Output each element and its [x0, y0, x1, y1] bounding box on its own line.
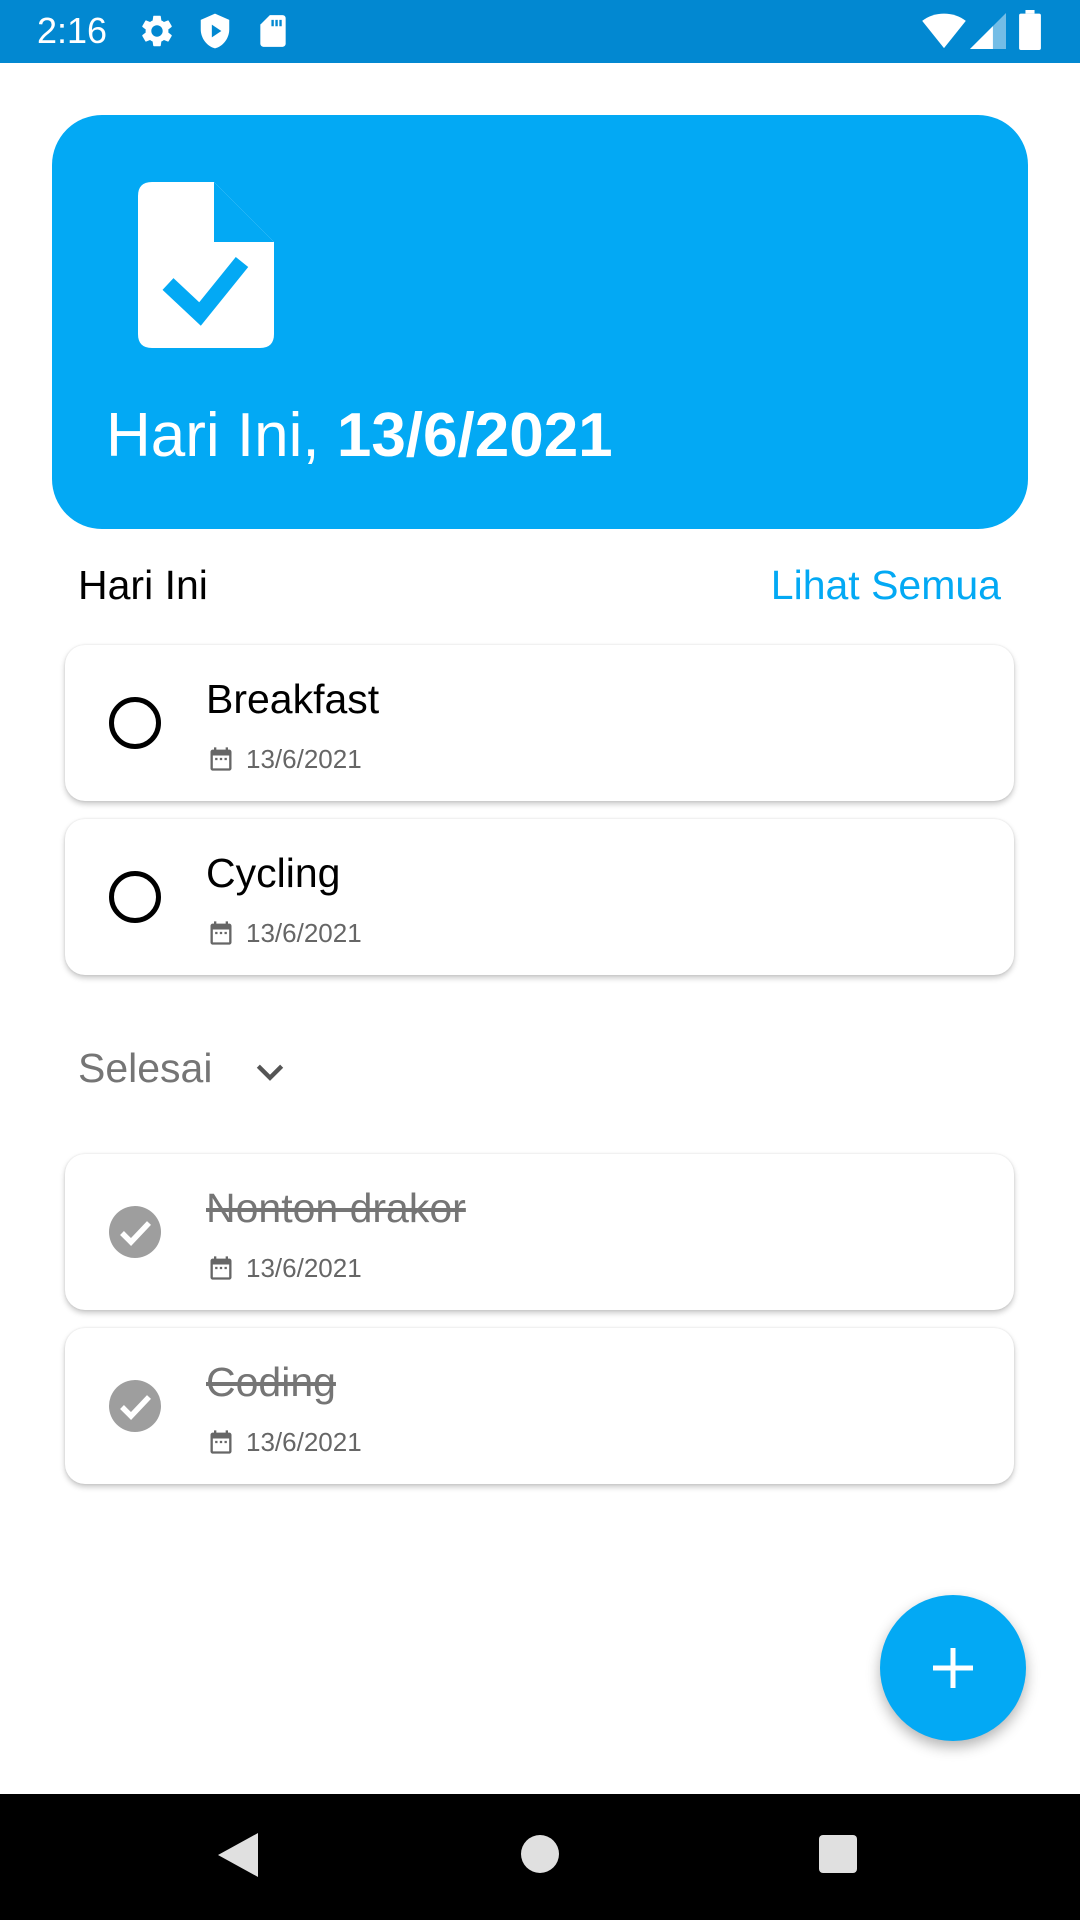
task-title: Breakfast	[206, 676, 380, 722]
task-card[interactable]: Breakfast 13/6/2021	[65, 645, 1014, 801]
task-date: 13/6/2021	[246, 744, 362, 774]
task-title: Nonton drakor	[206, 1185, 466, 1231]
gear-icon	[138, 12, 176, 55]
unchecked-circle-icon[interactable]	[107, 869, 163, 925]
header-title-date: 13/6/2021	[336, 401, 613, 470]
calendar-icon	[207, 1254, 235, 1282]
battery-icon	[1018, 10, 1042, 55]
sd-card-icon	[254, 12, 292, 55]
unchecked-circle-icon[interactable]	[107, 695, 163, 751]
back-icon[interactable]	[214, 1830, 260, 1885]
task-card[interactable]: Cycling 13/6/2021	[65, 819, 1014, 975]
header-title: Hari Ini, 13/6/2021	[106, 400, 613, 472]
shield-play-icon	[196, 12, 234, 55]
today-header-card: Hari Ini, 13/6/2021	[52, 115, 1028, 529]
recents-icon[interactable]	[818, 1834, 858, 1879]
task-document-icon	[138, 182, 274, 353]
status-time: 2:16	[37, 10, 108, 51]
task-card[interactable]: Nonton drakor 13/6/2021	[65, 1154, 1014, 1310]
task-date: 13/6/2021	[246, 1427, 362, 1457]
task-title: Cycling	[206, 850, 341, 896]
header-title-prefix: Hari Ini,	[106, 401, 320, 470]
chevron-down-icon[interactable]	[250, 1052, 290, 1092]
checked-circle-icon[interactable]	[107, 1378, 163, 1434]
task-card[interactable]: Coding 13/6/2021	[65, 1328, 1014, 1484]
home-icon[interactable]	[520, 1834, 560, 1879]
task-date: 13/6/2021	[246, 918, 362, 948]
task-title: Coding	[206, 1359, 336, 1405]
calendar-icon	[207, 1428, 235, 1456]
system-nav-bar	[0, 1794, 1080, 1920]
see-all-link[interactable]: Lihat Semua	[771, 560, 1001, 610]
status-bar: 2:16	[0, 0, 1080, 63]
signal-icon	[970, 12, 1006, 55]
checked-circle-icon[interactable]	[107, 1204, 163, 1260]
calendar-icon	[207, 745, 235, 773]
task-date: 13/6/2021	[246, 1253, 362, 1283]
plus-icon	[933, 1648, 973, 1688]
add-task-button[interactable]	[880, 1595, 1026, 1741]
wifi-icon	[922, 10, 966, 55]
done-section-label[interactable]: Selesai	[78, 1043, 212, 1093]
calendar-icon	[207, 919, 235, 947]
today-section-label: Hari Ini	[78, 562, 208, 608]
